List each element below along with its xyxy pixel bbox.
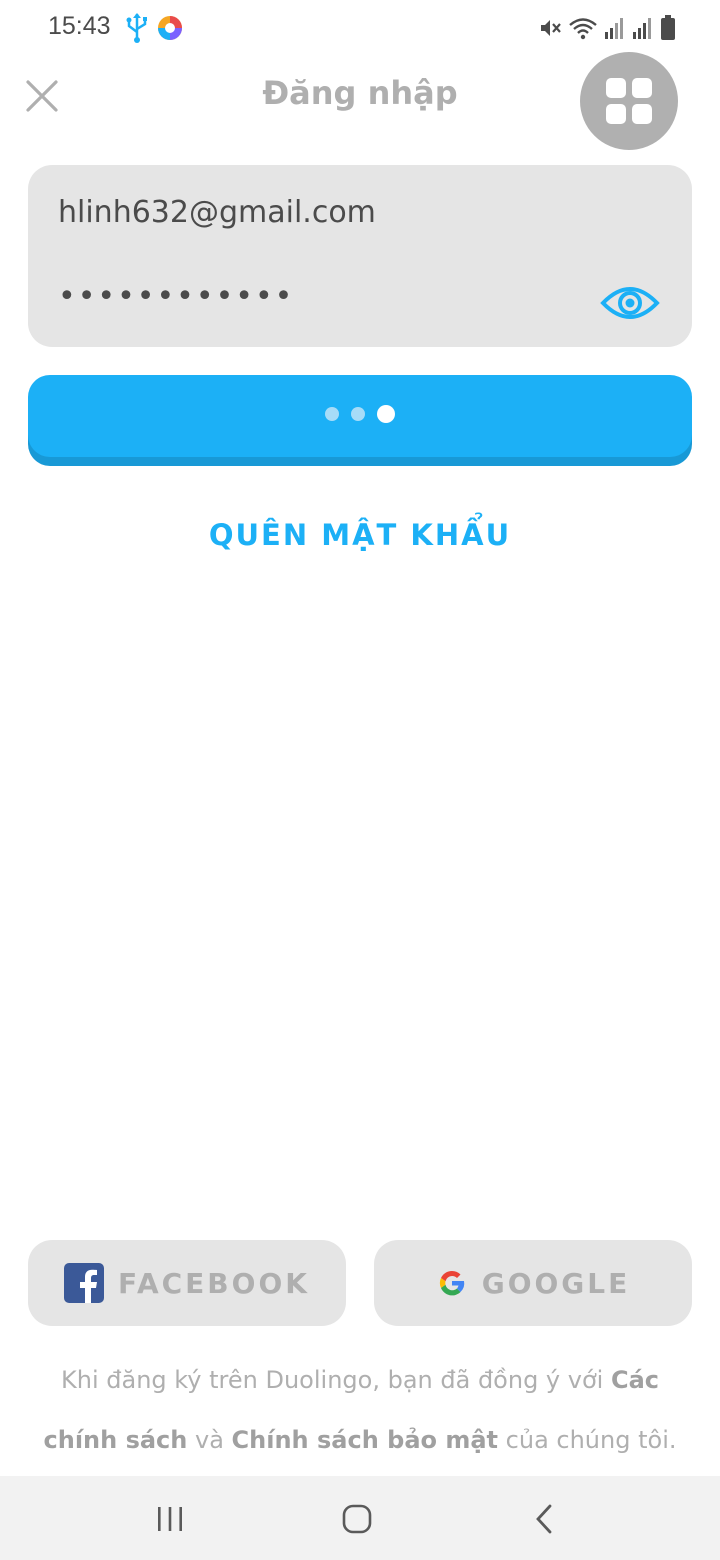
eye-icon[interactable] [600,281,660,325]
mute-icon [541,20,561,36]
status-bar: 15:43 [0,0,720,56]
forgot-password-link[interactable]: QUÊN MẬT KHẨU [0,518,720,552]
loading-dot [377,405,395,423]
back-icon[interactable] [534,1504,554,1534]
facebook-icon [64,1263,105,1303]
facebook-label: FACEBOOK [118,1266,310,1300]
google-label: GOOGLE [481,1266,631,1300]
privacy-policy-link[interactable]: Chính sách bảo mật [232,1426,499,1454]
system-nav-bar [0,1476,720,1560]
email-field[interactable] [58,189,638,235]
wifi-icon [569,18,597,40]
terms-and: và [187,1426,232,1454]
status-icons [538,14,676,42]
password-field[interactable]: •••••••••••• [58,279,578,325]
login-button[interactable] [28,375,692,457]
terms-text-after: của chúng tôi. [498,1426,677,1454]
loading-dot [325,407,339,421]
credentials-card: •••••••••••• [28,165,692,347]
loading-indicator [28,405,692,423]
signal-icon-1 [605,18,623,39]
google-login-button[interactable]: GOOGLE [374,1240,692,1326]
facebook-login-button[interactable]: FACEBOOK [28,1240,346,1326]
status-time: 15:43 [48,12,111,40]
apps-grid-button[interactable] [580,52,678,150]
recent-apps-icon[interactable] [156,1506,184,1532]
terms-text: Khi đăng ký trên Duolingo, bạn đã đồng ý… [40,1350,680,1470]
signal-icon-2 [633,18,651,39]
app-notification-icon [158,16,182,40]
usb-icon [126,13,147,43]
battery-icon [661,15,675,40]
loading-dot [351,407,365,421]
terms-text-before: Khi đăng ký trên Duolingo, bạn đã đồng ý… [61,1366,611,1394]
google-icon [439,1270,464,1296]
grid-icon [606,78,652,124]
home-icon[interactable] [342,1504,372,1534]
